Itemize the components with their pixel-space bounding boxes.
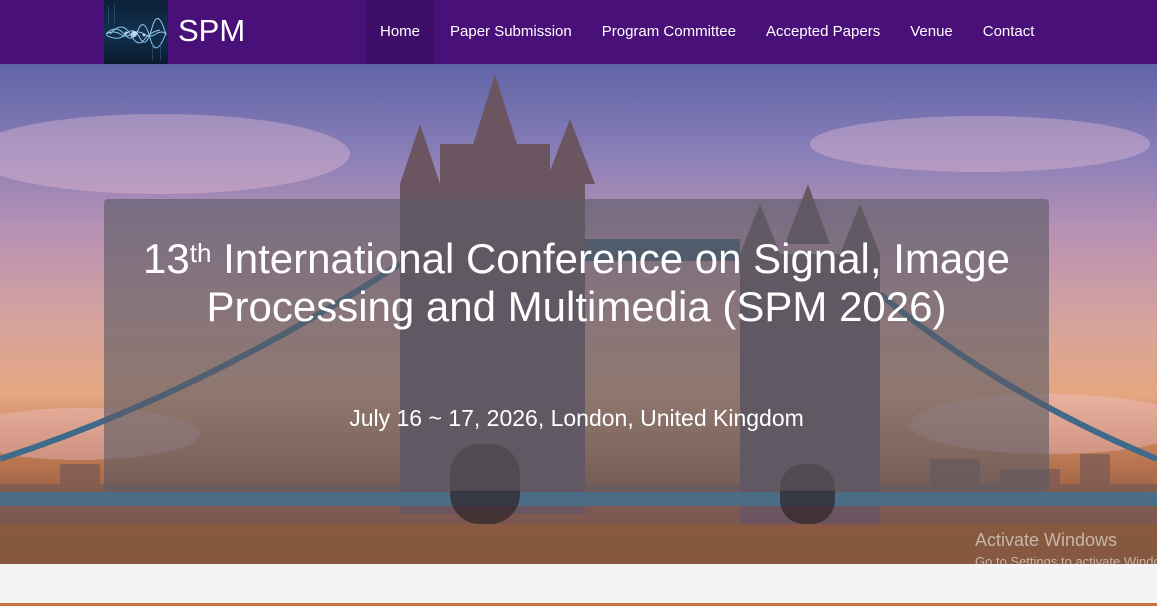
nav-venue[interactable]: Venue [895,0,968,64]
nav-paper-submission[interactable]: Paper Submission [435,0,587,64]
nav-accepted-papers[interactable]: Accepted Papers [751,0,895,64]
title-ordinal: 13 [143,235,190,282]
nav-home[interactable]: Home [365,0,436,64]
nav-program-committee[interactable]: Program Committee [587,0,751,64]
waveform-logo-icon[interactable] [104,0,168,64]
watermark-line-1: Activate Windows [975,530,1118,550]
watermark-line-2: Go to Settings to activate Windows. [975,554,1157,569]
main-nav: Home Paper Submission Program Committee … [365,0,1049,64]
conference-title: 13th International Conference on Signal,… [104,235,1049,331]
top-navbar: SPM Home Paper Submission Program Commit… [0,0,1157,64]
conference-date-location: July 16 ~ 17, 2026, London, United Kingd… [349,405,804,431]
hero-banner: 13th International Conference on Signal,… [0,64,1157,564]
windows-activation-watermark: Activate Windows Go to Settings to activ… [975,530,1157,569]
title-text: International Conference on Signal, Imag… [206,235,1010,330]
title-ordinal-suffix: th [189,238,212,268]
hero-title-panel: 13th International Conference on Signal,… [104,199,1049,491]
site-logo-text[interactable]: SPM [178,13,245,49]
nav-contact[interactable]: Contact [968,0,1050,64]
